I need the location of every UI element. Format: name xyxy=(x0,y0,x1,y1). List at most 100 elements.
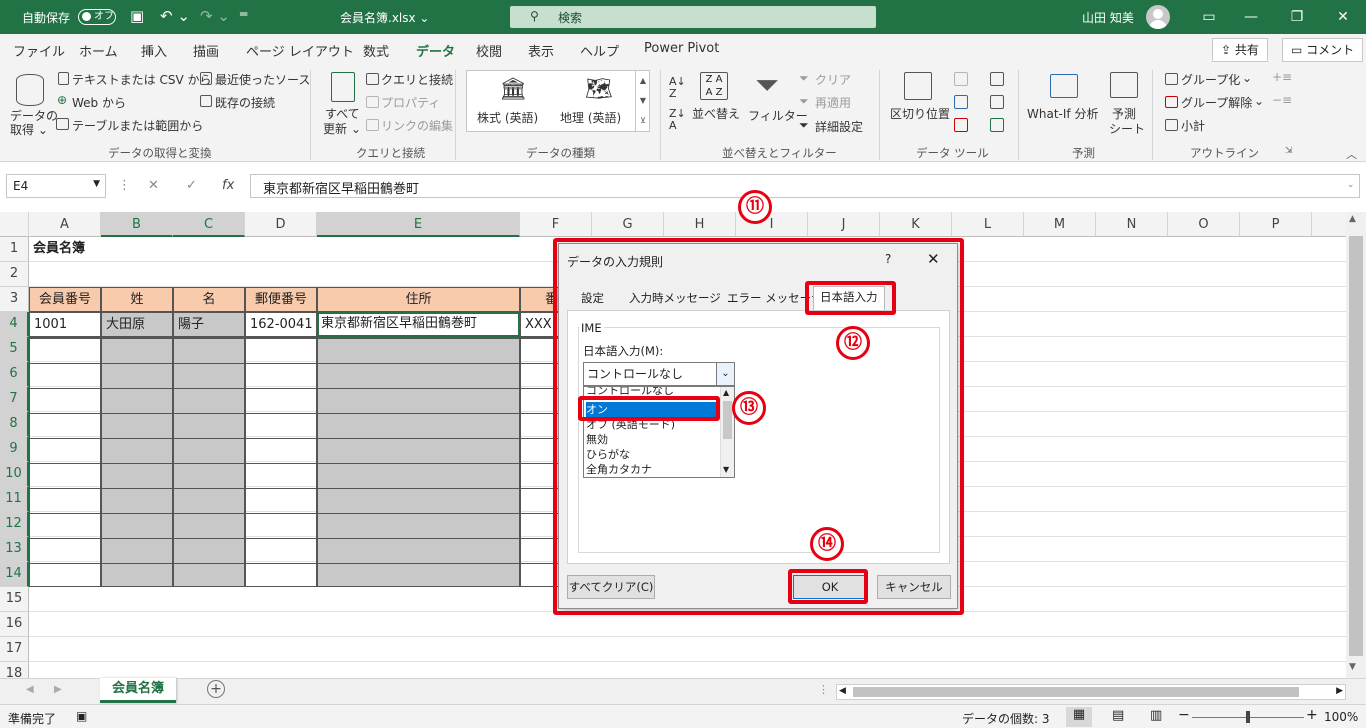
column-header[interactable]: H xyxy=(664,212,736,237)
column-header[interactable]: B xyxy=(101,212,173,237)
qat-customize-icon[interactable]: ═ xyxy=(240,7,247,21)
cancel-entry-icon[interactable]: ✕ xyxy=(148,178,159,193)
prev-sheet-icon[interactable]: ◀ xyxy=(26,684,34,695)
data-cell[interactable]: 1001 xyxy=(29,312,101,337)
header-cell[interactable]: 郵便番号 xyxy=(245,287,317,312)
column-header[interactable]: N xyxy=(1096,212,1168,237)
table-range-button[interactable]: テーブルまたは範囲から xyxy=(72,117,203,134)
list-item-selected[interactable]: オン xyxy=(586,402,718,417)
tab-split-icon[interactable]: ⋮ xyxy=(818,683,829,696)
subtotal-button[interactable]: 小計 xyxy=(1181,117,1205,134)
list-item[interactable]: ひらがな xyxy=(586,447,718,462)
text-to-columns-button[interactable]: 区切り位置 xyxy=(890,105,950,122)
tab-file[interactable]: ファイル xyxy=(13,41,65,60)
row-header[interactable]: 1 xyxy=(0,237,29,262)
redo-icon[interactable]: ↷ ⌄ xyxy=(200,7,230,25)
zoom-out-icon[interactable]: − xyxy=(1178,707,1190,723)
header-cell[interactable]: 住所 xyxy=(317,287,520,312)
collapse-ribbon-icon[interactable]: ︿ xyxy=(1346,146,1357,162)
user-name[interactable]: 山田 知美 xyxy=(1082,9,1134,26)
horizontal-scrollbar[interactable]: ◀ ▶ xyxy=(836,684,1346,700)
column-header[interactable]: J xyxy=(808,212,880,237)
column-header[interactable]: M xyxy=(1024,212,1096,237)
tab-page-layout[interactable]: ページ レイアウト xyxy=(246,41,354,60)
scroll-left-icon[interactable]: ◀ xyxy=(839,686,846,696)
row-header[interactable]: 9 xyxy=(0,437,29,462)
edit-links-button[interactable]: リンクの編集 xyxy=(381,117,453,134)
page-break-view-icon[interactable]: ▥ xyxy=(1150,708,1162,723)
tab-home[interactable]: ホーム xyxy=(79,41,118,60)
scroll-thumb[interactable] xyxy=(1349,236,1363,656)
tab-review[interactable]: 校閲 xyxy=(476,41,502,60)
header-cell[interactable]: 会員番号 xyxy=(29,287,101,312)
column-header[interactable]: K xyxy=(880,212,952,237)
row-header[interactable]: 14 xyxy=(0,562,29,587)
row-header[interactable]: 11 xyxy=(0,487,29,512)
reapply-button[interactable]: 再適用 xyxy=(815,94,851,111)
data-cell[interactable]: 陽子 xyxy=(173,312,245,337)
sort-az-icon[interactable]: A↓ Z xyxy=(669,76,686,100)
scroll-right-icon[interactable]: ▶ xyxy=(1336,686,1343,696)
queries-connections-button[interactable]: クエリと接続 xyxy=(381,71,453,88)
column-header[interactable]: L xyxy=(952,212,1024,237)
tab-power-pivot[interactable]: Power Pivot xyxy=(644,41,719,56)
remove-duplicates-icon[interactable] xyxy=(954,95,968,109)
flash-fill-icon[interactable] xyxy=(954,72,968,86)
search-box[interactable]: ⚲ 検索 xyxy=(510,6,876,28)
tab-settings[interactable]: 設定 xyxy=(575,288,610,310)
show-detail-icon[interactable]: +≡ xyxy=(1272,70,1292,84)
column-header[interactable]: C xyxy=(173,212,245,237)
header-cell[interactable]: 姓 xyxy=(101,287,173,312)
tab-data[interactable]: データ xyxy=(416,41,455,60)
hscroll-thumb[interactable] xyxy=(853,687,1299,697)
row-header[interactable]: 6 xyxy=(0,362,29,387)
avatar[interactable] xyxy=(1146,5,1170,29)
sheet-title-cell[interactable]: 会員名簿 xyxy=(29,237,179,262)
tab-insert[interactable]: 挿入 xyxy=(141,41,167,60)
list-item[interactable]: コントロールなし xyxy=(586,387,718,398)
data-cell[interactable]: 大田原 xyxy=(101,312,173,337)
properties-button[interactable]: プロパティ xyxy=(381,94,440,111)
column-header[interactable]: E xyxy=(317,212,520,237)
row-header[interactable]: 13 xyxy=(0,537,29,562)
relationships-icon[interactable] xyxy=(990,95,1004,109)
column-header[interactable]: D xyxy=(245,212,317,237)
list-item[interactable]: 全角カタカナ xyxy=(586,462,718,477)
column-header[interactable]: G xyxy=(592,212,664,237)
row-header[interactable]: 8 xyxy=(0,412,29,437)
row-header[interactable]: 16 xyxy=(0,612,29,637)
close-icon[interactable]: ✕ xyxy=(1320,0,1366,34)
ime-mode-select[interactable]: コントロールなし ⌄ xyxy=(583,362,735,386)
hide-detail-icon[interactable]: −≡ xyxy=(1272,93,1292,107)
ime-mode-listbox[interactable]: コントロールなし オン オフ (英語モード) 無効 ひらがな 全角カタカナ ▲ … xyxy=(583,386,735,478)
table-column-c[interactable] xyxy=(173,337,245,587)
list-scroll-down-icon[interactable]: ▼ xyxy=(723,465,729,474)
data-validation-icon[interactable] xyxy=(954,118,968,132)
row-header[interactable]: 18 xyxy=(0,662,29,678)
insert-function-icon[interactable]: fx xyxy=(222,178,234,193)
macro-record-icon[interactable]: ▣ xyxy=(76,709,87,723)
list-item[interactable]: 無効 xyxy=(586,432,718,447)
group-button[interactable]: グループ化 xyxy=(1181,71,1240,88)
tab-formulas[interactable]: 数式 xyxy=(363,41,389,60)
text-csv-button[interactable]: テキストまたは CSV から xyxy=(72,71,211,88)
name-box-dropdown-icon[interactable]: ▼ xyxy=(93,179,100,189)
minimize-icon[interactable]: — xyxy=(1228,0,1274,34)
consolidate-icon[interactable] xyxy=(990,72,1004,86)
existing-connections-button[interactable]: 既存の接続 xyxy=(215,94,275,111)
row-header[interactable]: 7 xyxy=(0,387,29,412)
help-icon[interactable]: ? xyxy=(885,252,891,266)
data-cell[interactable]: 162-0041 xyxy=(245,312,317,337)
file-name[interactable]: 会員名簿.xlsx ⌄ xyxy=(340,9,429,26)
row-header[interactable]: 3 xyxy=(0,287,29,312)
advanced-filter-button[interactable]: 詳細設定 xyxy=(815,118,863,135)
active-cell[interactable]: 東京都新宿区早稲田鶴巻町 xyxy=(317,312,520,337)
table-column-d[interactable] xyxy=(245,337,317,587)
web-button[interactable]: Web から xyxy=(72,94,126,111)
comment-button[interactable]: ▭ コメント xyxy=(1282,38,1364,62)
add-sheet-icon[interactable]: + xyxy=(207,680,225,698)
column-header[interactable]: A xyxy=(29,212,101,237)
expand-formula-icon[interactable]: ⌄ xyxy=(1347,180,1355,190)
tab-input-message[interactable]: 入力時メッセージ xyxy=(623,288,727,310)
select-all[interactable] xyxy=(0,212,29,237)
